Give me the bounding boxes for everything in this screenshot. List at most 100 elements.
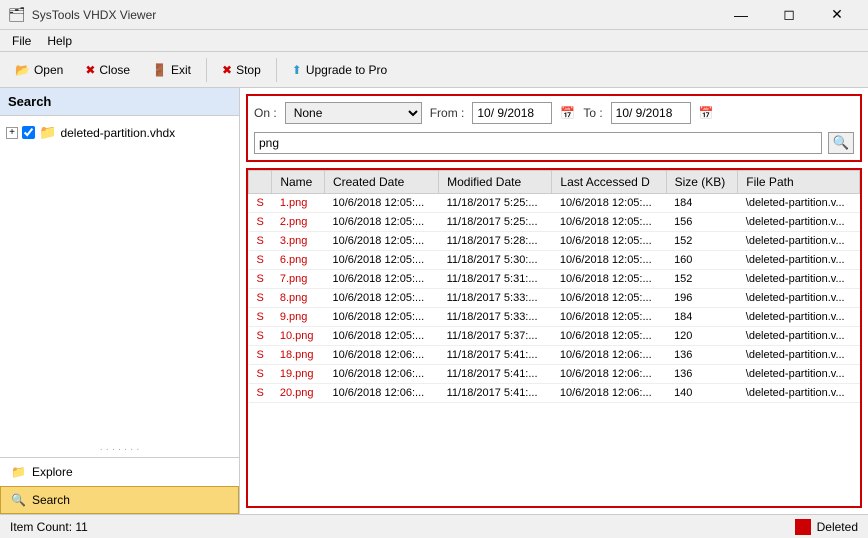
row-name: 19.png xyxy=(272,365,325,384)
row-size: 184 xyxy=(666,308,738,327)
search-execute-button[interactable]: 🔍 xyxy=(828,132,854,154)
from-date-input[interactable] xyxy=(472,102,552,124)
tree-item: + 📁 deleted-partition.vhdx xyxy=(6,122,233,143)
resize-handle[interactable]: · · · · · · · xyxy=(0,442,239,457)
deleted-label: Deleted xyxy=(817,520,858,534)
row-icon: S xyxy=(249,365,272,384)
table-row[interactable]: S 20.png 10/6/2018 12:06:... 11/18/2017 … xyxy=(249,384,860,403)
upgrade-button[interactable]: ⬆ Upgrade to Pro xyxy=(283,59,396,81)
menu-file[interactable]: File xyxy=(4,32,39,50)
from-label: From : xyxy=(430,106,465,120)
row-accessed: 10/6/2018 12:05:... xyxy=(552,194,666,213)
row-icon: S xyxy=(249,232,272,251)
on-select[interactable]: None Created Date Modified Date Last Acc… xyxy=(285,102,422,124)
row-icon: S xyxy=(249,308,272,327)
row-icon: S xyxy=(249,289,272,308)
row-name: 18.png xyxy=(272,346,325,365)
row-created: 10/6/2018 12:06:... xyxy=(324,384,438,403)
row-path: \deleted-partition.v... xyxy=(738,232,860,251)
row-modified: 11/18/2017 5:37:... xyxy=(439,327,552,346)
exit-button[interactable]: 🚪 Exit xyxy=(143,59,200,81)
search-bar-row2: 🔍 xyxy=(254,132,854,154)
table-row[interactable]: S 7.png 10/6/2018 12:05:... 11/18/2017 5… xyxy=(249,270,860,289)
row-name: 6.png xyxy=(272,251,325,270)
row-path: \deleted-partition.v... xyxy=(738,327,860,346)
row-size: 152 xyxy=(666,232,738,251)
stop-button[interactable]: ✖ Stop xyxy=(213,59,270,81)
tree-checkbox[interactable] xyxy=(22,126,35,139)
col-name[interactable]: Name xyxy=(272,171,325,194)
tree-area: + 📁 deleted-partition.vhdx xyxy=(0,116,239,442)
close-button[interactable]: ✖ Close xyxy=(76,59,139,81)
row-created: 10/6/2018 12:05:... xyxy=(324,213,438,232)
row-modified: 11/18/2017 5:41:... xyxy=(439,384,552,403)
table-row[interactable]: S 19.png 10/6/2018 12:06:... 11/18/2017 … xyxy=(249,365,860,384)
tree-expand-button[interactable]: + xyxy=(6,127,18,139)
table-row[interactable]: S 9.png 10/6/2018 12:05:... 11/18/2017 5… xyxy=(249,308,860,327)
open-icon: 📂 xyxy=(15,63,30,77)
row-icon: S xyxy=(249,270,272,289)
row-size: 140 xyxy=(666,384,738,403)
left-panel: Search + 📁 deleted-partition.vhdx · · · … xyxy=(0,88,240,514)
left-panel-header: Search xyxy=(0,88,239,116)
col-accessed[interactable]: Last Accessed D xyxy=(552,171,666,194)
explore-tab-label: Explore xyxy=(32,465,73,479)
table-row[interactable]: S 2.png 10/6/2018 12:05:... 11/18/2017 5… xyxy=(249,213,860,232)
row-modified: 11/18/2017 5:41:... xyxy=(439,346,552,365)
app-icon: 🗂 xyxy=(8,6,26,23)
row-size: 152 xyxy=(666,270,738,289)
search-tab[interactable]: 🔍 Search xyxy=(0,486,239,514)
stop-icon: ✖ xyxy=(222,63,232,77)
close-window-button[interactable]: ✕ xyxy=(814,0,860,30)
col-modified[interactable]: Modified Date xyxy=(439,171,552,194)
folder-icon: 📁 xyxy=(39,124,56,141)
to-date-input[interactable] xyxy=(611,102,691,124)
on-label: On : xyxy=(254,106,277,120)
title-bar: 🗂 SysTools VHDX Viewer — ◻ ✕ xyxy=(0,0,868,30)
row-accessed: 10/6/2018 12:05:... xyxy=(552,213,666,232)
menu-bar: File Help xyxy=(0,30,868,52)
explore-tab[interactable]: 📁 Explore xyxy=(0,458,239,486)
table-row[interactable]: S 18.png 10/6/2018 12:06:... 11/18/2017 … xyxy=(249,346,860,365)
col-path[interactable]: File Path xyxy=(738,171,860,194)
row-icon: S xyxy=(249,213,272,232)
tree-item-label: deleted-partition.vhdx xyxy=(60,126,175,140)
search-text-input[interactable] xyxy=(254,132,822,154)
menu-help[interactable]: Help xyxy=(39,32,80,50)
from-calendar-icon[interactable]: 📅 xyxy=(560,106,575,120)
restore-button[interactable]: ◻ xyxy=(766,0,812,30)
row-accessed: 10/6/2018 12:05:... xyxy=(552,289,666,308)
row-modified: 11/18/2017 5:33:... xyxy=(439,289,552,308)
col-size[interactable]: Size (KB) xyxy=(666,171,738,194)
open-button[interactable]: 📂 Open xyxy=(6,59,72,81)
row-accessed: 10/6/2018 12:05:... xyxy=(552,232,666,251)
row-created: 10/6/2018 12:05:... xyxy=(324,270,438,289)
results-table-container: Name Created Date Modified Date Last Acc… xyxy=(246,168,862,508)
table-row[interactable]: S 10.png 10/6/2018 12:05:... 11/18/2017 … xyxy=(249,327,860,346)
minimize-button[interactable]: — xyxy=(718,0,764,30)
row-created: 10/6/2018 12:05:... xyxy=(324,251,438,270)
row-name: 7.png xyxy=(272,270,325,289)
row-name: 2.png xyxy=(272,213,325,232)
explore-icon: 📁 xyxy=(11,465,26,479)
row-path: \deleted-partition.v... xyxy=(738,194,860,213)
table-row[interactable]: S 3.png 10/6/2018 12:05:... 11/18/2017 5… xyxy=(249,232,860,251)
main-layout: Search + 📁 deleted-partition.vhdx · · · … xyxy=(0,88,868,514)
row-path: \deleted-partition.v... xyxy=(738,308,860,327)
row-accessed: 10/6/2018 12:06:... xyxy=(552,365,666,384)
toolbar: 📂 Open ✖ Close 🚪 Exit ✖ Stop ⬆ Upgrade t… xyxy=(0,52,868,88)
to-calendar-icon[interactable]: 📅 xyxy=(699,106,714,120)
row-accessed: 10/6/2018 12:05:... xyxy=(552,327,666,346)
row-path: \deleted-partition.v... xyxy=(738,213,860,232)
table-row[interactable]: S 6.png 10/6/2018 12:05:... 11/18/2017 5… xyxy=(249,251,860,270)
col-created[interactable]: Created Date xyxy=(324,171,438,194)
table-row[interactable]: S 1.png 10/6/2018 12:05:... 11/18/2017 5… xyxy=(249,194,860,213)
col-check xyxy=(249,171,272,194)
search-magnify-icon: 🔍 xyxy=(833,135,850,151)
search-tab-icon: 🔍 xyxy=(11,493,26,507)
row-icon: S xyxy=(249,384,272,403)
row-accessed: 10/6/2018 12:06:... xyxy=(552,346,666,365)
row-path: \deleted-partition.v... xyxy=(738,384,860,403)
row-size: 120 xyxy=(666,327,738,346)
table-row[interactable]: S 8.png 10/6/2018 12:05:... 11/18/2017 5… xyxy=(249,289,860,308)
